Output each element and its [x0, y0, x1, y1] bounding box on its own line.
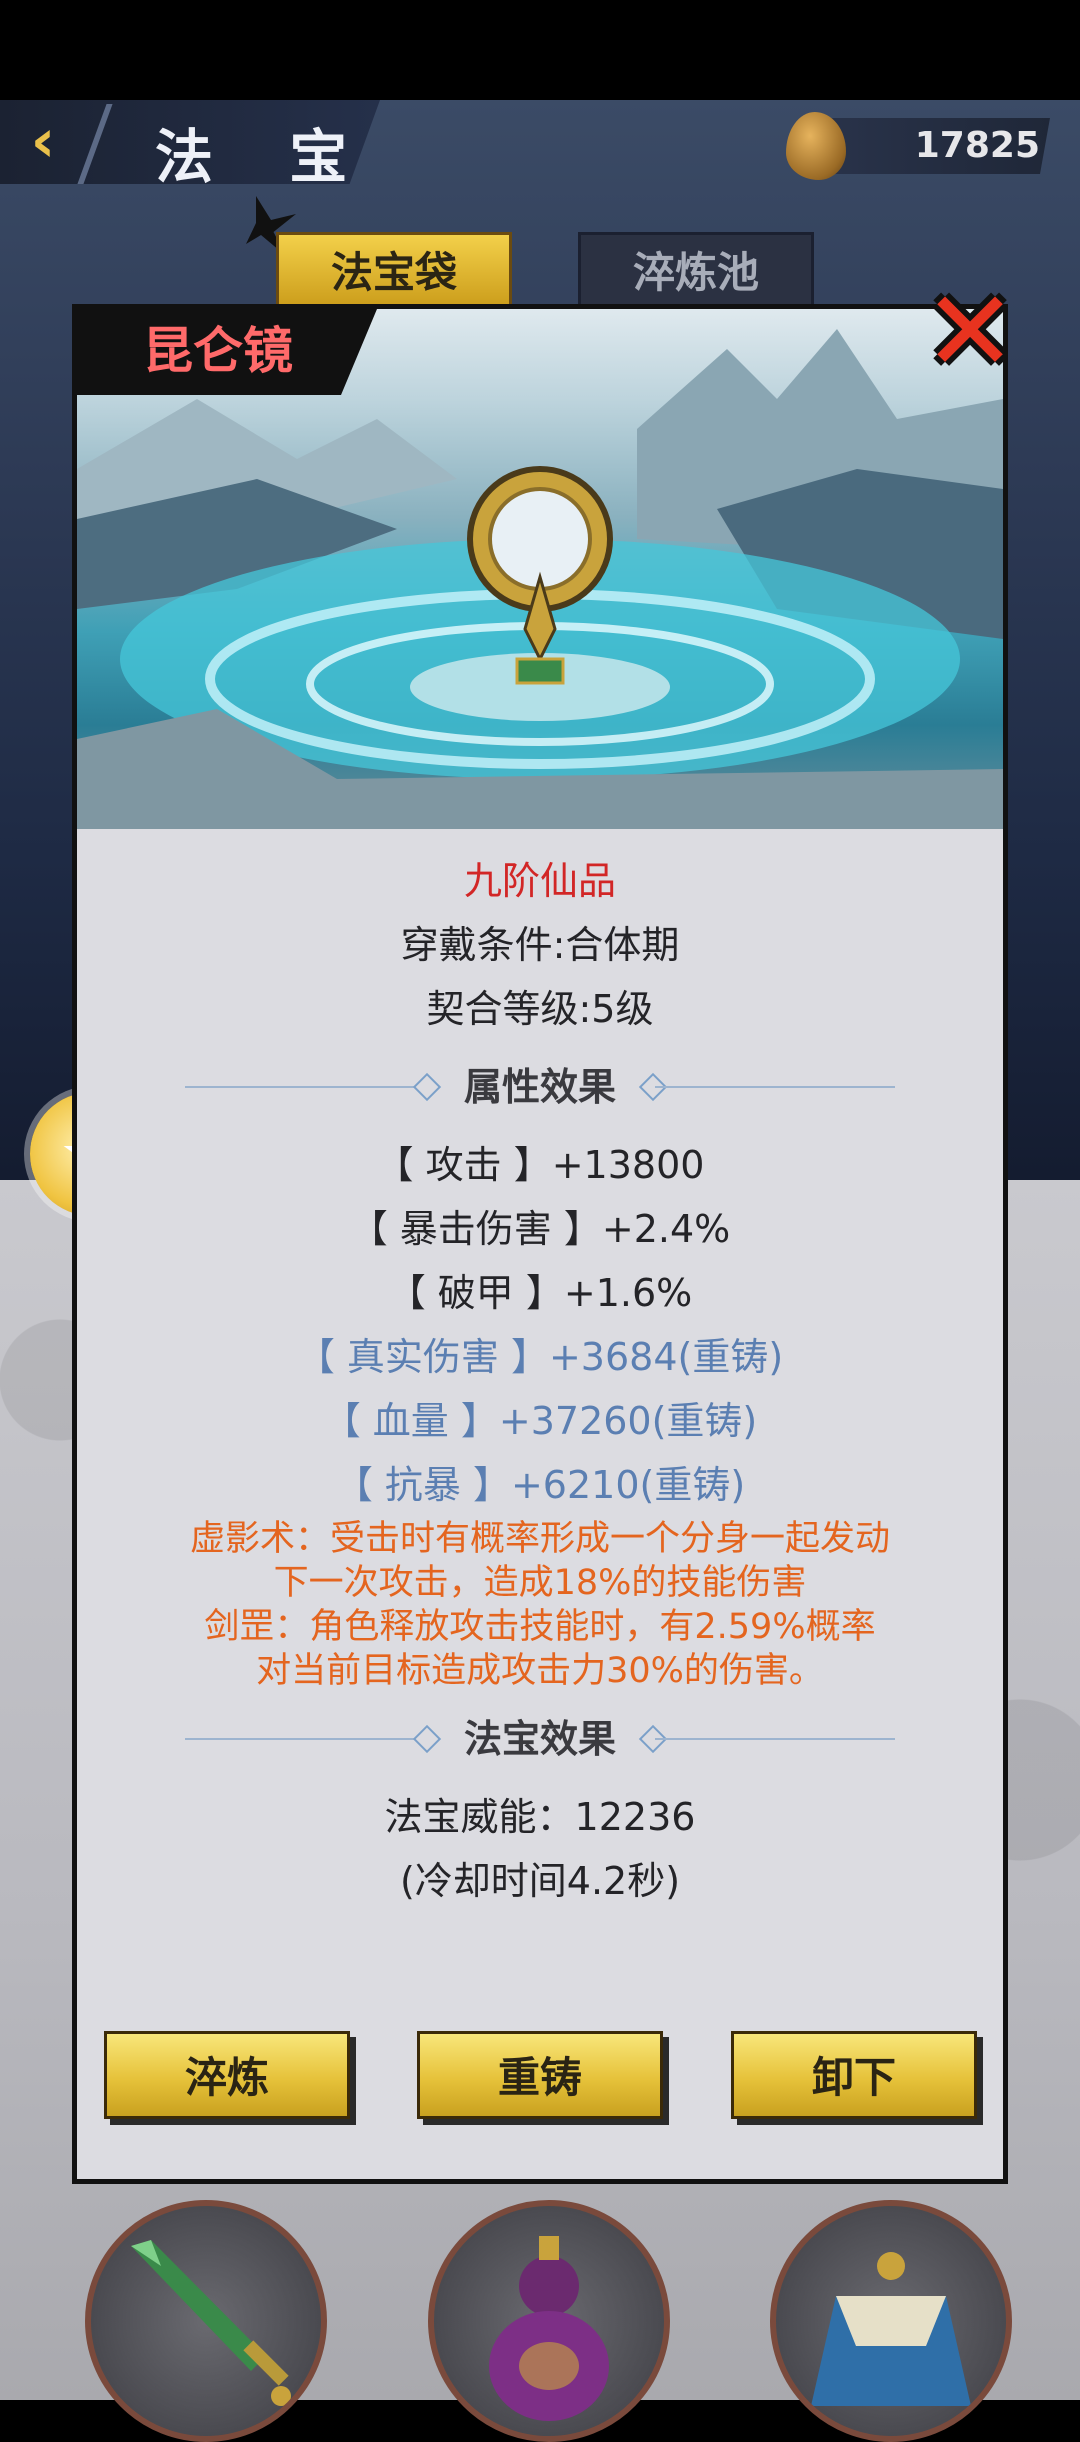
treasure-detail-modal: 昆仑镜 九阶仙品 穿戴条件:合体期 契合等级:5级 属性效果 【 攻击 】+13… [72, 304, 1008, 2184]
back-icon[interactable]: ‹ [14, 110, 72, 172]
effect-section-header: 法宝效果 [77, 1693, 1003, 1785]
refine-button[interactable]: 淬炼 [104, 2031, 350, 2119]
stat-crit-resist: 【 抗暴 】+6210(重铸) [334, 1463, 746, 1507]
stat-attack: 【 攻击 】+13800 [375, 1143, 705, 1187]
divider-right [655, 1738, 895, 1740]
attributes-section-header: 属性效果 [77, 1041, 1003, 1133]
divider-right [655, 1086, 895, 1088]
currency-value: 17825 [914, 125, 1040, 166]
close-icon[interactable]: ✕ [918, 276, 1022, 388]
treasure-slot-fan[interactable] [770, 2200, 1012, 2442]
skill-description: 虚影术：受击时有概率形成一个分身一起发动下一次攻击，造成18%的技能伤害 [189, 1519, 890, 1603]
reforge-button[interactable]: 重铸 [417, 2031, 663, 2119]
bond-level: 契合等级:5级 [426, 987, 654, 1031]
unequip-button[interactable]: 卸下 [731, 2031, 977, 2119]
cooldown: (冷却时间4.2秒) [399, 1859, 681, 1903]
treasure-slot-sword[interactable] [85, 2200, 327, 2442]
gourd-icon [489, 2236, 609, 2421]
stat-armor-break: 【 破甲 】+1.6% [387, 1271, 693, 1315]
stat-true-damage: 【 真实伤害 】+3684(重铸) [296, 1335, 784, 1379]
treasure-grade: 九阶仙品 [463, 859, 616, 903]
status-bar [0, 0, 1080, 100]
page-title: 法 宝 [155, 123, 376, 191]
treasure-power: 法宝威能：12236 [384, 1795, 696, 1839]
tab-treasure-bag[interactable]: 法宝袋 [276, 232, 512, 314]
wear-requirement: 穿戴条件:合体期 [400, 923, 680, 967]
treasure-details: 九阶仙品 穿戴条件:合体期 契合等级:5级 属性效果 【 攻击 】+13800 … [77, 849, 1003, 1913]
sword-icon [131, 2240, 291, 2406]
fan-icon [811, 2252, 971, 2406]
stat-crit-damage: 【 暴击伤害 】+2.4% [349, 1207, 731, 1251]
stat-hp: 【 血量 】+37260(重铸) [322, 1399, 758, 1443]
tab-refining-pool[interactable]: 淬炼池 [578, 232, 814, 314]
skill-description: 剑罡：角色释放攻击技能时，有2.59%概率对当前目标造成攻击力30%的伤害。 [204, 1607, 876, 1691]
treasure-name: 昆仑镜 [143, 322, 293, 380]
treasure-slot-gourd[interactable] [428, 2200, 670, 2442]
